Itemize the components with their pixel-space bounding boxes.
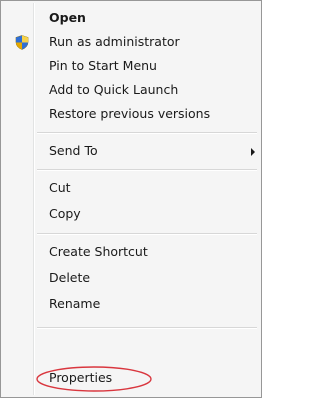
menu-separator (37, 327, 257, 329)
menu-item-cut[interactable]: Cut (3, 177, 259, 199)
menu-item-label: Open (49, 10, 86, 25)
menu-item-label: Send To (49, 143, 98, 158)
menu-item-pin-to-start-menu[interactable]: Pin to Start Menu (3, 55, 259, 77)
menu-item-label: Copy (49, 206, 81, 221)
menu-item-label: Restore previous versions (49, 106, 211, 121)
context-menu: Open Run as administrator Pin to Start M… (0, 0, 262, 398)
menu-item-label: Delete (49, 270, 91, 285)
uac-shield-icon (15, 35, 29, 50)
menu-separator (37, 169, 257, 171)
menu-item-label: Pin to Start Menu (49, 58, 157, 73)
menu-item-open[interactable]: Open (3, 7, 259, 29)
menu-item-label: Cut (49, 180, 71, 195)
menu-item-run-as-administrator[interactable]: Run as administrator (3, 31, 259, 53)
menu-item-create-shortcut[interactable]: Create Shortcut (3, 241, 259, 263)
menu-item-copy[interactable]: Copy (3, 203, 259, 225)
submenu-arrow-icon (251, 148, 255, 156)
menu-item-label: Rename (49, 296, 101, 311)
menu-item-delete[interactable]: Delete (3, 267, 259, 289)
menu-item-add-to-quick-launch[interactable]: Add to Quick Launch (3, 79, 259, 101)
menu-item-label: Create Shortcut (49, 244, 148, 259)
menu-separator (37, 132, 257, 134)
menu-item-restore-previous-versions[interactable]: Restore previous versions (3, 103, 259, 125)
menu-item-label: Add to Quick Launch (49, 82, 179, 97)
highlight-ellipse (36, 366, 152, 392)
menu-item-send-to[interactable]: Send To (3, 140, 259, 162)
menu-item-label: Run as administrator (49, 34, 180, 49)
menu-separator (37, 233, 257, 235)
menu-item-rename[interactable]: Rename (3, 293, 259, 315)
